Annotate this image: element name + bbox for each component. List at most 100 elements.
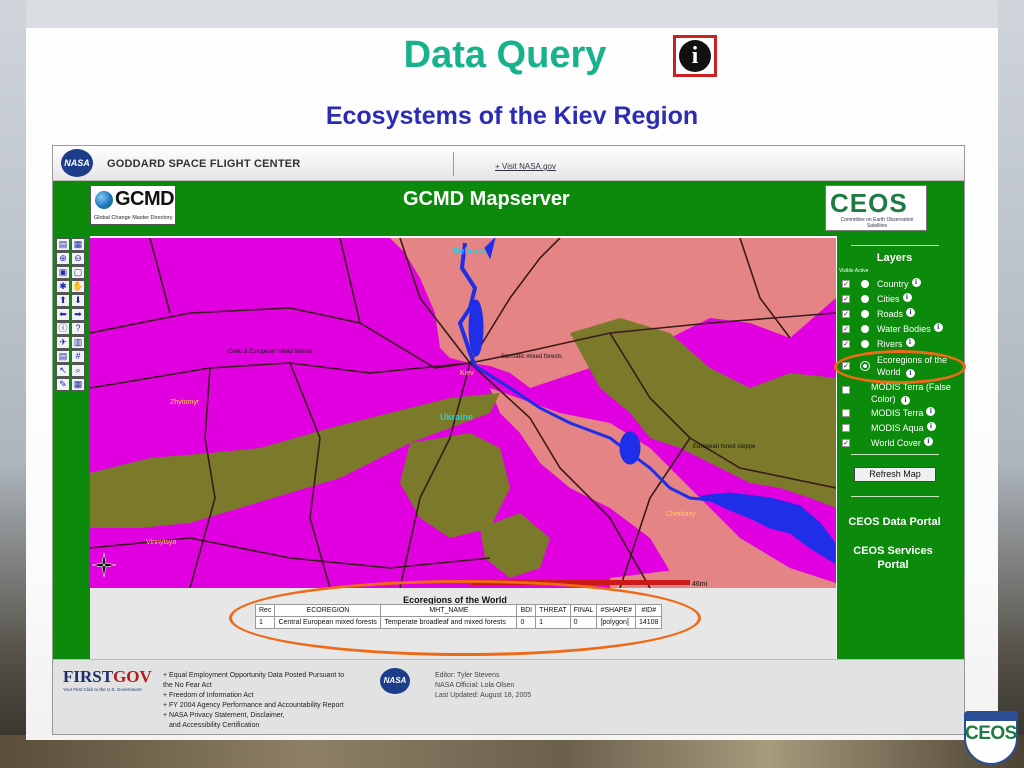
- nasa-footer-logo[interactable]: NASA: [380, 668, 410, 694]
- pan-west-icon[interactable]: ⬅: [56, 308, 70, 321]
- search-icon[interactable]: ⌕: [71, 364, 85, 377]
- info-icon[interactable]: i: [923, 437, 933, 446]
- ecoregion-map[interactable]: 46mi Belarus Ukraine Kiev Zhytomyr Vinny…: [90, 238, 836, 588]
- visible-checkbox[interactable]: ✓: [842, 325, 850, 333]
- layer-row-water-bodies: ✓ Water Bodies i: [842, 323, 943, 336]
- gcmd-wordmark: GCMD: [115, 188, 175, 210]
- active-radio[interactable]: [861, 280, 869, 288]
- layer-label: MODIS Terra (False Color) i: [871, 382, 951, 405]
- compass-icon: [91, 552, 117, 578]
- full-extent-icon[interactable]: ▤: [56, 238, 70, 251]
- ceos-wordmark: CEOS: [830, 188, 908, 218]
- clear-icon[interactable]: ✎: [56, 378, 70, 391]
- label-zhytomyr: Zhytomyr: [170, 399, 200, 406]
- info-icon[interactable]: i: [902, 293, 912, 302]
- layer-row-roads: ✓ Roads i: [842, 308, 916, 321]
- page-subtitle: Ecosystems of the Kiev Region: [325, 102, 699, 130]
- info-icon[interactable]: i: [905, 338, 915, 347]
- label-forest-steppe: European forest steppe: [693, 444, 756, 450]
- map-view[interactable]: 46mi Belarus Ukraine Kiev Zhytomyr Vinny…: [90, 238, 836, 588]
- pan-north-icon[interactable]: ⬆: [56, 294, 70, 307]
- select-icon[interactable]: ↖: [56, 364, 70, 377]
- label-belarus: Belarus: [453, 246, 486, 256]
- footer-links: + Equal Employment Opportunity Data Post…: [163, 671, 344, 731]
- page-footer: FIRSTGOV Your First Click to the U.S. Go…: [53, 659, 964, 734]
- info-button[interactable]: i: [673, 35, 717, 77]
- find-icon[interactable]: ✈: [56, 336, 70, 349]
- fy2004-report-link[interactable]: + FY 2004 Agency Performance and Account…: [163, 701, 344, 711]
- pan-east-icon[interactable]: ➡: [71, 308, 85, 321]
- refresh-map-button[interactable]: Refresh Map: [854, 467, 936, 482]
- info-icon[interactable]: i: [901, 396, 911, 405]
- firstgov-logo[interactable]: FIRSTGOV Your First Click to the U.S. Go…: [63, 667, 155, 695]
- identify-icon[interactable]: ⓘ: [56, 322, 70, 335]
- layer-label: Rivers: [877, 339, 903, 349]
- visit-nasa-link[interactable]: + Visit NASA.gov: [495, 162, 556, 171]
- official-label: NASA Official: Lola Olsen: [435, 682, 515, 689]
- gcmd-logo[interactable]: GCMD Global Change Master Directory: [90, 185, 176, 225]
- recenter-icon[interactable]: ✱: [56, 280, 70, 293]
- nasa-logo[interactable]: NASA: [61, 149, 93, 177]
- ceos-corner-wordmark: CEOS: [965, 723, 1017, 744]
- map-toolbar: ▤ ▦ ⊕ ⊖ ▣ ▢ ✱ ✋ ⬆ ⬇ ⬅ ➡ ⓘ? ✈ ▥ ▤ # ↖ ⌕ ✎ ▦: [53, 236, 90, 659]
- legend-icon[interactable]: ▥: [71, 336, 85, 349]
- visible-checkbox[interactable]: [842, 424, 850, 432]
- label-sarmatic-forests: Sarmatic mixed forests: [501, 354, 562, 360]
- mapserver-header: GCMD Global Change Master Directory GCMD…: [53, 181, 964, 236]
- label-vinnytsya: Vinnytsya: [146, 539, 176, 546]
- layer-row-world-cover: ✓ World Cover i: [842, 437, 933, 450]
- active-radio[interactable]: [861, 325, 869, 333]
- layer-label: MODIS Terra: [871, 408, 924, 418]
- zoom-previous-icon[interactable]: ▢: [71, 266, 85, 279]
- foia-link[interactable]: + Freedom of Information Act: [163, 691, 344, 701]
- map-overview-icon[interactable]: ▦: [71, 238, 85, 251]
- visible-checkbox[interactable]: [842, 409, 850, 417]
- print-icon[interactable]: ▦: [71, 378, 85, 391]
- label-central-forests: Central European mixed forests: [228, 349, 312, 355]
- ecoregions-highlight: [834, 350, 966, 384]
- label-ukraine: Ukraine: [440, 412, 473, 422]
- pan-hand-icon[interactable]: ✋: [71, 280, 85, 293]
- label-cherkasy: Cherkasy: [666, 511, 696, 518]
- layer-row-modis-aqua: MODIS Aqua i: [842, 422, 936, 435]
- privacy-link[interactable]: + NASA Privacy Statement, Disclaimer,: [163, 711, 344, 721]
- eeo-link-cont[interactable]: the No Fear Act: [163, 681, 344, 691]
- results-highlight: [229, 580, 701, 656]
- info-icon[interactable]: i: [906, 308, 916, 317]
- visible-checkbox[interactable]: ✓: [842, 280, 850, 288]
- visible-checkbox[interactable]: ✓: [842, 295, 850, 303]
- eeo-link[interactable]: + Equal Employment Opportunity Data Post…: [163, 671, 344, 681]
- grid-icon[interactable]: #: [71, 350, 85, 363]
- divider: [851, 496, 939, 497]
- zoom-out-icon[interactable]: ⊖: [71, 252, 85, 265]
- ceos-services-portal-link[interactable]: CEOS Services Portal: [837, 544, 949, 572]
- layers-panel: Layers Visible Active ✓ Country i ✓ Citi…: [837, 236, 964, 659]
- gsfc-label: GODDARD SPACE FLIGHT CENTER: [107, 158, 301, 170]
- layers-title: Layers: [876, 252, 913, 264]
- info-icon[interactable]: i: [926, 422, 936, 431]
- ceos-logo[interactable]: CEOS Committee on Earth Observation Sate…: [825, 185, 927, 231]
- pan-south-icon[interactable]: ⬇: [71, 294, 85, 307]
- gcmd-tagline: Global Change Master Directory: [94, 215, 173, 221]
- visible-checkbox[interactable]: ✓: [842, 310, 850, 318]
- layer-list-icon[interactable]: ▤: [56, 350, 70, 363]
- active-radio[interactable]: [861, 295, 869, 303]
- accessibility-link[interactable]: and Accessibility Certification: [163, 721, 344, 731]
- visible-checkbox[interactable]: ✓: [842, 439, 850, 447]
- globe-icon: [95, 191, 113, 209]
- info-icon[interactable]: i: [911, 278, 921, 287]
- ceos-data-portal-link[interactable]: CEOS Data Portal: [837, 516, 952, 528]
- active-radio[interactable]: [861, 340, 869, 348]
- layer-label: Water Bodies: [877, 324, 931, 334]
- divider: [851, 454, 939, 455]
- page-title: Data Query: [403, 34, 607, 76]
- layer-row-cities: ✓ Cities i: [842, 293, 912, 306]
- visible-checkbox[interactable]: [842, 386, 850, 394]
- info-icon[interactable]: i: [926, 407, 936, 416]
- help-icon[interactable]: ?: [71, 322, 85, 335]
- zoom-in-icon[interactable]: ⊕: [56, 252, 70, 265]
- zoom-box-icon[interactable]: ▣: [56, 266, 70, 279]
- active-radio[interactable]: [861, 310, 869, 318]
- visible-checkbox[interactable]: ✓: [842, 340, 850, 348]
- info-icon[interactable]: i: [933, 323, 943, 332]
